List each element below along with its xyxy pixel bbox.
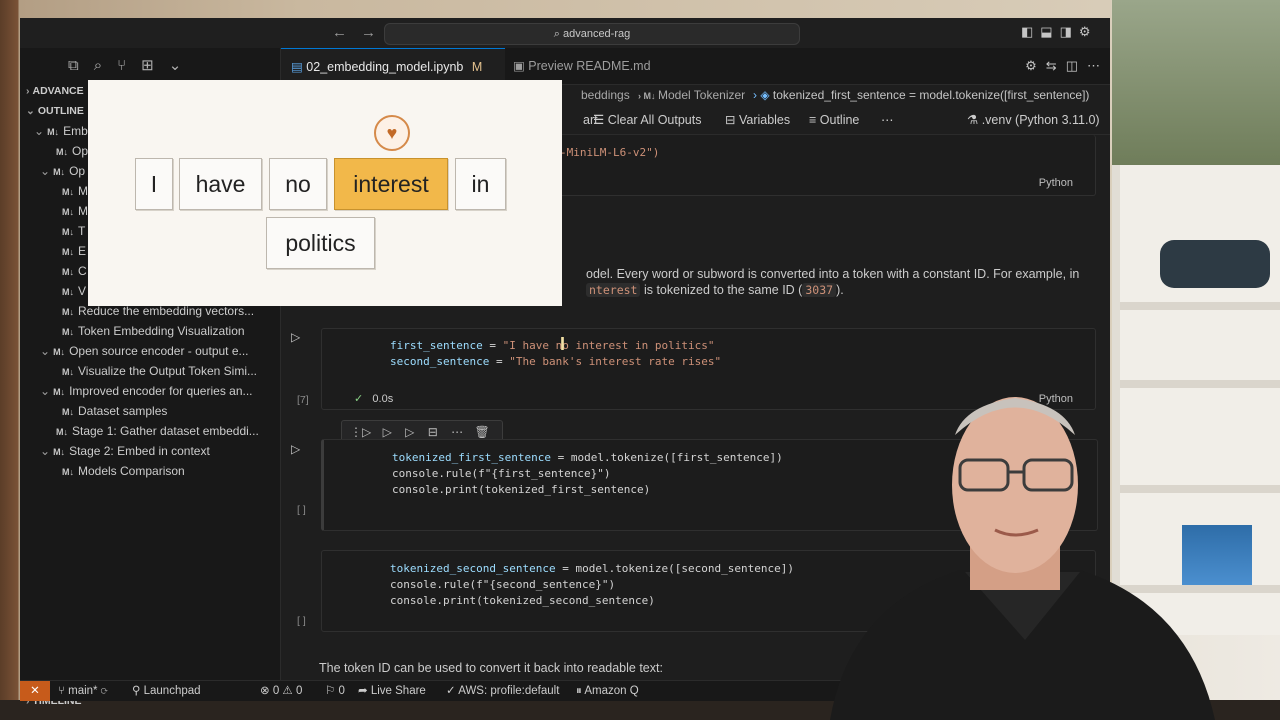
code-line: console.rule(f"{first_sentence}") [392, 467, 611, 480]
presenter-video [830, 397, 1215, 720]
outline-item[interactable]: ⌄ M↓ Improved encoder for queries an... [40, 381, 300, 401]
layout-controls: ◧ ⬓ ◨ ⚙ [1014, 24, 1091, 40]
breadcrumb-item[interactable]: beddings [581, 84, 630, 106]
preview-icon: ▣ [513, 59, 529, 73]
more-icon[interactable]: ⋯ [881, 106, 894, 134]
remote-icon: ✕ [30, 685, 40, 697]
markdown-text: The token ID can be used to convert it b… [319, 661, 663, 675]
cell-status: ✓ 0.0s [354, 393, 394, 405]
token-box: have [179, 158, 262, 210]
search-icon: ⌕ [553, 28, 563, 40]
kernel-icon: ⚗ [967, 113, 982, 127]
outline-item[interactable]: ⌄ M↓ Stage 2: Embed in context [40, 441, 300, 461]
branch-icon: ⑂ [58, 685, 69, 697]
outline-icon: ≡ [809, 113, 820, 127]
text-cursor-icon: I [560, 334, 566, 354]
chevron-down-icon[interactable]: ⌄ [169, 57, 182, 74]
token-box: no [269, 158, 327, 210]
sync-icon: ⟳ [97, 685, 108, 697]
tab-readme-preview[interactable]: ▣ Preview README.md [503, 48, 683, 84]
launchpad-status[interactable]: ⚲ Launchpad [132, 681, 201, 701]
run-below-icon[interactable]: ▷ [405, 425, 414, 439]
clear-icon: ☰ [593, 113, 608, 127]
extensions-icon[interactable]: ⊞ [141, 57, 154, 74]
amazon-q-status[interactable]: ⏸ Amazon Q [576, 681, 639, 701]
outline-item[interactable]: M↓ Stage 1: Gather dataset embeddi... [56, 421, 316, 441]
ports-status[interactable]: ⚐ 0 [325, 681, 345, 701]
live-share-icon: ➦ [358, 685, 371, 697]
kernel-picker[interactable]: ⚗ .venv (Python 3.11.0) [967, 106, 1100, 134]
toggle-panel-icon[interactable]: ⬓ [1040, 24, 1052, 39]
explorer-icon[interactable]: ⧉ [68, 57, 79, 74]
breadcrumb-item[interactable]: › ◈ tokenized_first_sentence = model.tok… [753, 84, 1089, 106]
compare-icon[interactable]: ⇆ [1046, 58, 1057, 73]
breadcrumb-item[interactable]: › M↓ Model Tokenizer [638, 84, 745, 107]
back-arrow-icon[interactable]: ← [332, 24, 347, 41]
activity-icons: ⧉ ⌕ ⑂ ⊞ ⌄ [68, 56, 196, 74]
toggle-secondary-sidebar-icon[interactable]: ◨ [1060, 24, 1072, 39]
remote-indicator[interactable]: ✕ [20, 681, 50, 701]
cell-language[interactable]: Python [1039, 177, 1073, 189]
token-box: politics [266, 217, 375, 269]
forward-arrow-icon[interactable]: → [361, 24, 376, 41]
run-above-icon[interactable]: ⋮▷ [350, 425, 371, 439]
token-box: in [455, 158, 506, 210]
problems-status[interactable]: ⊗ 0 ⚠ 0 [260, 681, 302, 701]
aws-status[interactable]: ✓ AWS: profile:default [446, 681, 559, 701]
split-editor-icon[interactable]: ◫ [1066, 58, 1078, 73]
ports-icon: ⚐ [325, 685, 339, 697]
code-line: console.rule(f"{second_sentence}") [390, 578, 616, 591]
token-box: I [135, 158, 173, 210]
token-box-highlighted: interest [334, 158, 448, 210]
error-icon: ⊗ [260, 685, 273, 697]
markdown-text: nterest is tokenized to the same ID (303… [586, 283, 844, 297]
code-line: -MiniLM-L6-v2") [560, 146, 660, 159]
outline-button[interactable]: ≡ Outline [809, 106, 859, 134]
markdown-text: odel. Every word or subword is converted… [586, 267, 1080, 281]
code-line: console.print(tokenized_second_sentence) [390, 594, 655, 607]
more-icon[interactable]: ⋯ [451, 425, 463, 439]
modified-indicator: M [471, 60, 483, 74]
notebook-file-icon: ▤ [291, 60, 307, 74]
toggle-sidebar-icon[interactable]: ◧ [1021, 24, 1033, 39]
editor-actions: ⚙ ⇆ ◫ ⋯ [1016, 58, 1100, 74]
code-line: first_sentence = "I have no interest in … [390, 339, 715, 352]
variables-icon: ⊟ [725, 113, 739, 127]
cell-execution-count: [ ] [297, 615, 306, 627]
code-line: tokenized_first_sentence = model.tokeniz… [392, 451, 783, 464]
outline-item[interactable]: ⌄ M↓ Open source encoder - output e... [40, 341, 300, 361]
run-icon[interactable]: ▷ [383, 425, 392, 439]
gear-icon[interactable]: ⚙ [1025, 58, 1037, 73]
code-line: tokenized_second_sentence = model.tokeni… [390, 562, 794, 575]
gear-icon[interactable]: ⚙ [1079, 24, 1091, 39]
variables-button[interactable]: ⊟ Variables [725, 106, 790, 134]
more-icon[interactable]: ⋯ [1087, 58, 1100, 73]
run-cell-icon[interactable]: ▷ [291, 442, 300, 456]
command-search[interactable]: ⌕ advanced-rag [384, 23, 800, 45]
check-icon: ✓ [354, 393, 367, 405]
clear-outputs-button[interactable]: ☰ Clear All Outputs [593, 106, 701, 134]
token-overlay: ♥ I have no interest in politics [88, 80, 562, 306]
delete-cell-icon[interactable]: 🗑 [474, 425, 489, 439]
cell-execution-count: [7] [297, 394, 309, 406]
search-icon[interactable]: ⌕ [94, 57, 102, 74]
code-line: second_sentence = "The bank's interest r… [390, 355, 722, 368]
code-line: console.print(tokenized_first_sentence) [392, 483, 651, 496]
title-bar: ← → ⌕ advanced-rag ◧ ⬓ ◨ ⚙ [20, 18, 1110, 49]
split-cell-icon[interactable]: ⊟ [428, 425, 438, 439]
run-cell-icon[interactable]: ▷ [291, 330, 300, 344]
launchpad-icon: ⚲ [132, 685, 144, 697]
cell-execution-count: [ ] [297, 504, 306, 516]
check-icon: ✓ [446, 685, 459, 697]
live-share-status[interactable]: ➦ Live Share [358, 681, 426, 701]
heart-icon: ♥ [374, 115, 410, 151]
branch-status[interactable]: ⑂ main* ⟳ [58, 681, 108, 701]
source-control-icon[interactable]: ⑂ [117, 57, 126, 74]
window-background [1112, 0, 1280, 165]
nav-arrows: ← → [332, 24, 390, 41]
